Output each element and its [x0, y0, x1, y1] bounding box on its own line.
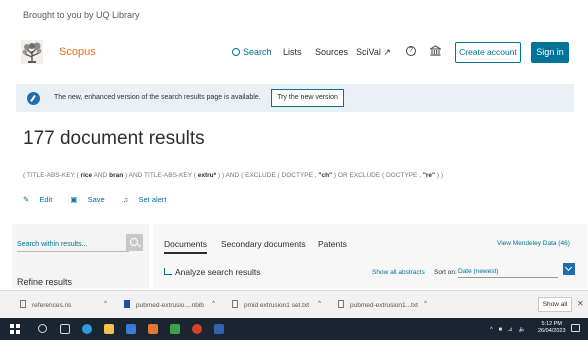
show-all-downloads-button[interactable]: Show all [538, 297, 572, 312]
site-header: Scopus Search Lists Sources SciVal ↗ ? C… [0, 32, 588, 72]
chevron-down-icon[interactable] [563, 263, 575, 275]
nav-lists-link[interactable]: Lists [283, 47, 302, 57]
close-icon[interactable]: ✕ [577, 299, 584, 308]
download-item[interactable]: pubmed-extrusio....nbib [124, 300, 204, 309]
sort-select[interactable]: Date (newest) [458, 266, 558, 278]
download-filename: pubmed-extrusio....nbib [136, 302, 204, 309]
file-icon [338, 300, 344, 308]
chevron-up-icon[interactable]: ^ [424, 300, 427, 307]
analyze-search-results-link[interactable]: Analyze search results [164, 267, 261, 277]
edit-label: Edit [39, 195, 53, 204]
institution-icon[interactable] [430, 45, 441, 56]
try-new-version-button[interactable]: Try the new version [271, 89, 344, 107]
office-icon[interactable] [148, 324, 158, 334]
download-filename: pubmed-extrusion1...txt [350, 302, 418, 309]
show-all-abstracts-link[interactable]: Show all abstracts [372, 269, 425, 276]
taskbar-clock[interactable]: 5:12 PM 26/04/2023 [538, 321, 566, 335]
pencil-icon: ✎ [23, 195, 30, 204]
query-term: extru* [197, 172, 217, 179]
query-part: ) AND TITLE-ABS-KEY ( [123, 172, 198, 179]
query-part: ) OR EXCLUDE ( DOCTYPE , [332, 172, 423, 179]
search-icon [232, 48, 240, 56]
app-icon[interactable] [170, 324, 180, 334]
search-within-button[interactable] [126, 234, 143, 251]
sort-label: Sort on: [434, 269, 457, 276]
store-icon[interactable] [126, 324, 136, 334]
nav-scival-link[interactable]: SciVal ↗ [356, 47, 391, 58]
query-term: "re" [422, 172, 436, 179]
query-part: ( TITLE-ABS-KEY ( [23, 172, 81, 179]
windows-start-icon[interactable] [10, 324, 20, 334]
new-version-notice: The new, enhanced version of the search … [16, 84, 574, 112]
taskbar-search-icon[interactable] [38, 324, 47, 333]
analyze-label: Analyze search results [175, 267, 261, 277]
nav-search-label: Search [243, 47, 272, 57]
notification-icon[interactable] [571, 324, 580, 332]
tab-documents[interactable]: Documents [164, 239, 207, 254]
save-query-link[interactable]: ▣ Save [70, 195, 114, 204]
download-item[interactable]: pubmed-extrusion1...txt [338, 300, 418, 309]
query-term: "ch" [318, 172, 333, 179]
chrome-browser-icon[interactable] [192, 324, 202, 334]
nav-sources-link[interactable]: Sources [315, 47, 348, 57]
notice-text: The new, enhanced version of the search … [54, 94, 261, 101]
nav-search-link[interactable]: Search [232, 47, 272, 57]
download-bar: references.ris ^ pubmed-extrusio....nbib… [0, 290, 588, 318]
file-icon [232, 300, 238, 308]
download-filename: pmid extrusion1 set.txt [244, 302, 310, 309]
info-icon [27, 92, 40, 105]
elsevier-tree-logo-icon[interactable] [21, 40, 43, 64]
set-alert-label: Set alert [138, 195, 167, 204]
library-banner: Brought to you by UQ Library [23, 10, 140, 20]
edit-query-link[interactable]: ✎ Edit [23, 195, 62, 204]
system-tray-icons[interactable]: ^ ■ ⊿ 🔈 [490, 326, 528, 333]
query-term: bran [109, 172, 124, 179]
search-within-input[interactable]: Search within results... [17, 236, 129, 252]
task-view-icon[interactable] [60, 324, 70, 334]
refine-results-heading: Refine results [17, 277, 73, 287]
set-alert-link[interactable]: ♫ Set alert [123, 195, 175, 204]
tab-patents[interactable]: Patents [318, 239, 347, 249]
results-panel: Documents Secondary documents Patents Vi… [153, 224, 587, 288]
download-item[interactable]: pmid extrusion1 set.txt [232, 300, 309, 309]
sign-in-button[interactable]: Sign in [531, 42, 569, 63]
bar-chart-icon [164, 268, 172, 275]
chevron-up-icon[interactable]: ^ [212, 300, 215, 307]
query-term: rice [80, 172, 93, 179]
chevron-up-icon[interactable]: ^ [104, 300, 107, 307]
results-count-title: 177 document results [23, 128, 205, 149]
file-icon [20, 300, 26, 308]
file-explorer-icon[interactable] [104, 324, 114, 334]
save-icon: ▣ [70, 195, 78, 204]
create-account-button[interactable]: Create account [455, 42, 521, 63]
download-item[interactable]: references.ris [20, 300, 71, 309]
file-icon [124, 300, 130, 308]
download-filename: references.ris [32, 302, 72, 309]
edge-browser-icon[interactable] [82, 324, 92, 334]
scopus-logo-text[interactable]: Scopus [59, 46, 96, 58]
app-icon[interactable] [214, 324, 224, 334]
clock-date: 26/04/2023 [538, 328, 566, 334]
query-part: ) ) AND ( EXCLUDE ( DOCTYPE , [216, 172, 319, 179]
query-actions: ✎ Edit ▣ Save ♫ Set alert [23, 195, 182, 204]
help-icon[interactable]: ? [406, 46, 416, 56]
tab-secondary-documents[interactable]: Secondary documents [221, 239, 306, 249]
clock-time: 5:12 PM [541, 321, 562, 327]
refine-sidebar: Search within results... Refine results [12, 224, 149, 288]
save-label: Save [87, 195, 105, 204]
view-mendeley-data-link[interactable]: View Mendeley Data (46) [497, 240, 570, 247]
bell-icon: ♫ [122, 195, 129, 204]
chevron-up-icon[interactable]: ^ [318, 300, 321, 307]
query-part: ) ) [435, 172, 444, 179]
windows-taskbar: ^ ■ ⊿ 🔈 5:12 PM 26/04/2023 [0, 318, 588, 340]
search-query: ( TITLE-ABS-KEY ( rice AND bran ) AND TI… [23, 172, 443, 179]
query-part: AND [92, 172, 110, 179]
